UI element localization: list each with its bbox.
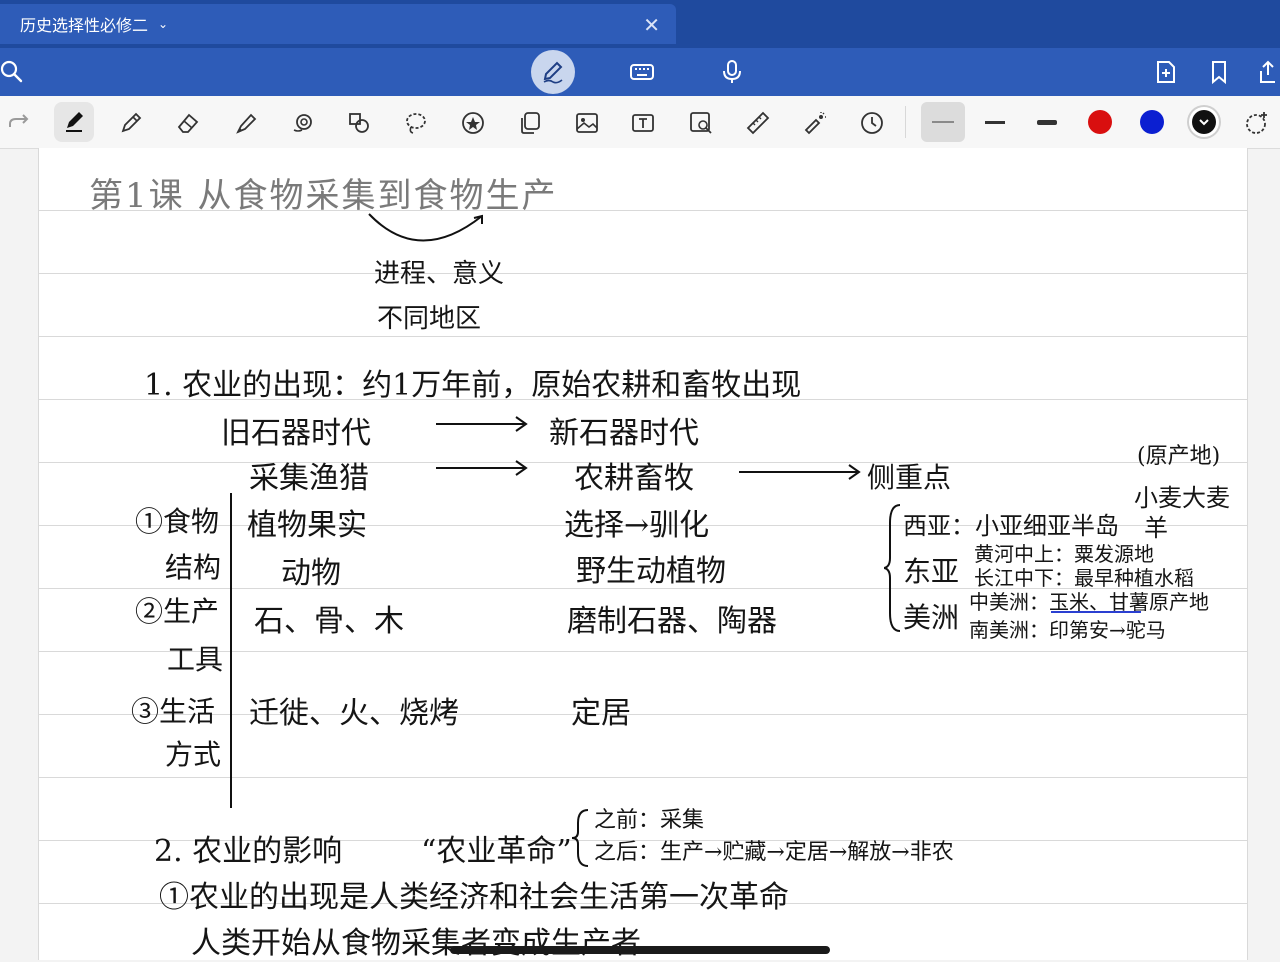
point-1: ①农业的出现是人类经济和社会生活第一次革命 bbox=[159, 880, 789, 915]
arrow bbox=[739, 464, 861, 480]
lasso-icon[interactable] bbox=[399, 106, 433, 140]
point-1b: 人类开始从食物采集者变成生产者 bbox=[191, 926, 641, 961]
focus-label: 侧重点 bbox=[867, 461, 952, 494]
pencil-icon[interactable] bbox=[114, 106, 148, 140]
americas: 美洲 bbox=[903, 601, 960, 634]
title-note-2: 不同地区 bbox=[377, 304, 482, 334]
shape-tool-icon[interactable] bbox=[286, 106, 320, 140]
pen-tool[interactable] bbox=[54, 102, 94, 142]
blue-underline bbox=[1051, 611, 1141, 613]
eraser-icon[interactable] bbox=[171, 106, 205, 140]
new-food-animal: 野生动植物 bbox=[576, 554, 726, 589]
tools-label-1: ②生产 bbox=[135, 595, 220, 628]
shapes-icon[interactable] bbox=[342, 106, 376, 140]
old-life: 迁徙、火、烧烤 bbox=[249, 696, 459, 731]
farming-label: 农耕畜牧 bbox=[574, 461, 694, 496]
document-tab[interactable]: 历史选择性必修二 ⌄ ✕ bbox=[0, 4, 676, 44]
color-red-option[interactable] bbox=[1088, 110, 1112, 134]
redo-icon[interactable] bbox=[2, 106, 36, 140]
arrow bbox=[436, 416, 528, 432]
home-indicator bbox=[450, 946, 830, 954]
section1-heading: 1. 农业的出现：约1万年前，原始农耕和畜牧出现 bbox=[144, 368, 802, 403]
close-tab-button[interactable]: ✕ bbox=[643, 13, 660, 37]
pen-mode-button[interactable] bbox=[531, 50, 575, 94]
new-tools: 磨制石器、陶器 bbox=[567, 604, 777, 639]
add-page-icon[interactable] bbox=[1150, 56, 1182, 88]
image-search-icon[interactable] bbox=[684, 106, 718, 140]
agricultural-revolution: “农业革命” bbox=[421, 834, 572, 869]
east-asia: 东亚 bbox=[903, 555, 960, 588]
new-food-plant: 选择→驯化 bbox=[564, 508, 710, 543]
before-note: 之前：采集 bbox=[594, 808, 705, 833]
old-food-animal: 动物 bbox=[281, 556, 341, 591]
section2-heading: 2. 农业的影响 bbox=[154, 834, 343, 869]
text-box-icon[interactable] bbox=[626, 106, 660, 140]
share-icon[interactable] bbox=[1252, 56, 1280, 88]
add-color-icon[interactable] bbox=[1240, 106, 1274, 140]
food-label-1: ①食物 bbox=[135, 505, 220, 538]
image-icon[interactable] bbox=[570, 106, 604, 140]
top-nav-bar bbox=[0, 48, 1280, 96]
ruler-icon[interactable] bbox=[741, 106, 775, 140]
curved-arrow bbox=[368, 213, 483, 242]
brace bbox=[884, 504, 901, 632]
paleolithic-label: 旧石器时代 bbox=[221, 416, 371, 451]
highlighter-icon[interactable] bbox=[229, 106, 263, 140]
after-note: 之后：生产→贮藏→定居→解放→非农 bbox=[594, 840, 954, 865]
life-label-2: 方式 bbox=[165, 738, 222, 771]
tools-label-2: 工具 bbox=[167, 643, 224, 676]
gathering-label: 采集渔猎 bbox=[249, 461, 369, 496]
table-divider bbox=[230, 493, 232, 808]
document-tab-title[interactable]: 历史选择性必修二 bbox=[20, 12, 148, 36]
title-bar: 历史选择性必修二 ⌄ ✕ bbox=[0, 0, 1280, 48]
chevron-down-icon[interactable]: ⌄ bbox=[158, 17, 168, 31]
origin-note: (原产地) bbox=[1137, 444, 1221, 469]
copy-page-icon[interactable] bbox=[513, 106, 547, 140]
west-asia: 西亚：小亚细亚半岛 bbox=[903, 512, 1119, 540]
brace bbox=[572, 809, 589, 867]
bookmark-icon[interactable] bbox=[1203, 56, 1235, 88]
search-icon[interactable] bbox=[0, 56, 28, 88]
stroke-thin-option[interactable] bbox=[921, 102, 965, 142]
pen-icon bbox=[66, 112, 83, 132]
life-label-1: ③生活 bbox=[131, 695, 216, 728]
stroke-medium-option[interactable] bbox=[973, 102, 1017, 142]
americas-item-2: 南美洲：印第安→驼马 bbox=[969, 618, 1166, 642]
sticker-icon[interactable] bbox=[456, 106, 490, 140]
note-page[interactable]: 第1课 从食物采集到食物生产 进程、意义 不同地区 1. 农业的出现：约1万年前… bbox=[38, 148, 1248, 961]
old-tools: 石、骨、木 bbox=[254, 604, 404, 639]
color-black-option[interactable] bbox=[1192, 110, 1216, 134]
toolbar-divider bbox=[905, 106, 906, 138]
neolithic-label: 新石器时代 bbox=[549, 416, 699, 451]
new-life: 定居 bbox=[571, 696, 631, 731]
food-label-2: 结构 bbox=[165, 551, 222, 584]
color-blue-option[interactable] bbox=[1140, 110, 1164, 134]
old-food-plant: 植物果实 bbox=[247, 508, 367, 543]
microphone-icon[interactable] bbox=[716, 56, 748, 88]
keyboard-icon[interactable] bbox=[626, 56, 658, 88]
clock-icon[interactable] bbox=[855, 106, 889, 140]
arrow bbox=[436, 460, 528, 476]
chevron-down-icon bbox=[1199, 119, 1209, 126]
stroke-thick-option[interactable] bbox=[1025, 102, 1069, 142]
title-note-1: 进程、意义 bbox=[374, 259, 505, 289]
pen-icon bbox=[543, 61, 563, 84]
laser-pointer-icon[interactable] bbox=[798, 106, 832, 140]
